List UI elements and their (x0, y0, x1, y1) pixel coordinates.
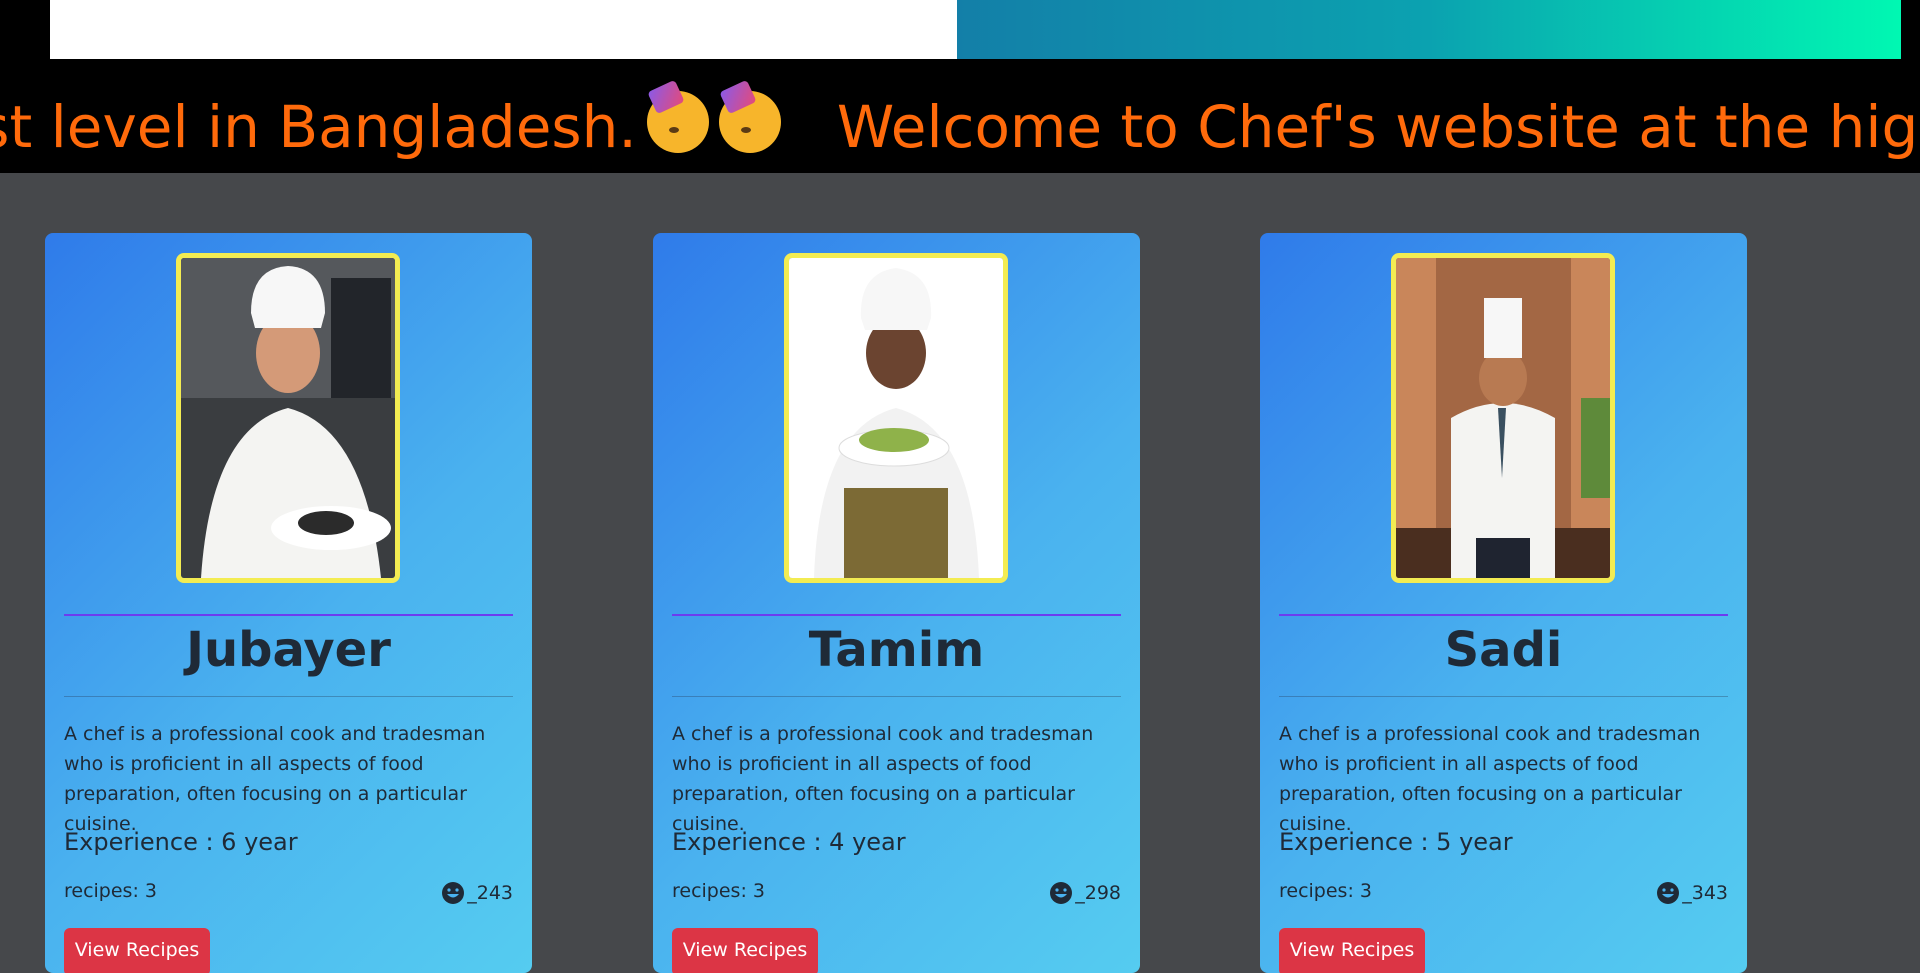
top-navbar (0, 0, 1920, 59)
chef-card: Sadi A chef is a professional cook and t… (1260, 233, 1747, 973)
chef-experience: Experience : 5 year (1279, 828, 1513, 856)
chef-card: Jubayer A chef is a professional cook an… (45, 233, 532, 973)
chef-recipes-count: recipes: 3 (64, 880, 157, 902)
likes-count: _343 (1682, 882, 1728, 904)
chef-likes: _243 (441, 880, 513, 906)
smiley-face-icon (442, 882, 465, 904)
view-recipes-button[interactable]: View Recipes (1279, 928, 1425, 973)
chef-likes: _298 (1049, 880, 1121, 906)
chef-photo (1391, 253, 1615, 583)
chef-description: A chef is a professional cook and trades… (672, 723, 1094, 835)
view-recipes-button[interactable]: View Recipes (64, 928, 210, 973)
chef-description: A chef is a professional cook and trades… (64, 723, 486, 835)
chef-card: Tamim A chef is a professional cook and … (653, 233, 1140, 973)
chef-recipes-count: recipes: 3 (672, 880, 765, 902)
navbar-gradient-panel (957, 0, 1901, 59)
divider (1279, 614, 1728, 616)
likes-count: _298 (1075, 882, 1121, 904)
welcome-marquee: ghest level in Bangladesh. Welcome to Che… (0, 59, 1920, 173)
divider (672, 614, 1121, 616)
marquee-text-left: ghest level in Bangladesh. (0, 93, 637, 161)
likes-count: _243 (467, 882, 513, 904)
chef-name: Jubayer (186, 622, 391, 678)
partying-face-icon (646, 91, 709, 153)
chef-recipes-count: recipes: 3 (1279, 880, 1372, 902)
view-recipes-button[interactable]: View Recipes (672, 928, 818, 973)
chef-photo (176, 253, 400, 583)
chef-cards: Jubayer A chef is a professional cook an… (0, 233, 1920, 973)
chef-experience: Experience : 6 year (64, 828, 298, 856)
chef-photo (784, 253, 1008, 583)
divider (672, 696, 1121, 697)
smiley-face-icon (1657, 882, 1680, 904)
divider (64, 614, 513, 616)
partying-face-icon (718, 91, 781, 153)
chef-name: Sadi (1444, 622, 1563, 678)
chef-likes: _343 (1656, 880, 1728, 906)
smiley-face-icon (1050, 882, 1073, 904)
divider (1279, 696, 1728, 697)
marquee-text: ghest level in Bangladesh. Welcome to Che… (0, 91, 1918, 162)
divider (64, 696, 513, 697)
chef-description: A chef is a professional cook and trades… (1279, 723, 1701, 835)
chef-experience: Experience : 4 year (672, 828, 906, 856)
navbar-left-panel (50, 0, 958, 59)
chef-name: Tamim (808, 622, 985, 678)
marquee-text-right: Welcome to Chef's website at the hig (836, 93, 1919, 161)
